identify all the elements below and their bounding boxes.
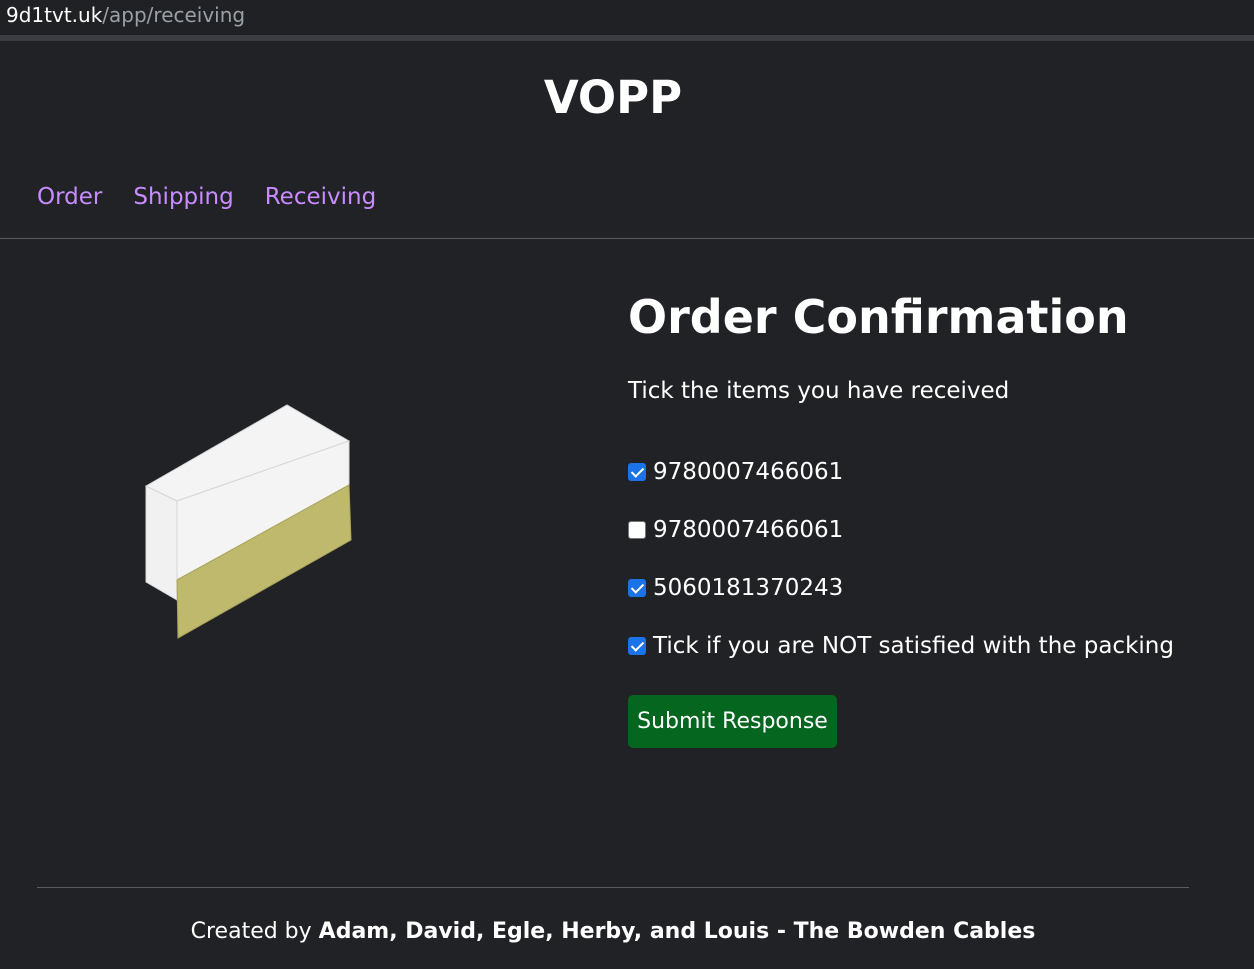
item-row: 9780007466061 [628,512,1174,570]
received-items-list: 9780007466061 9780007466061 506018137024… [628,454,1174,686]
nav-item-order[interactable]: Order [37,180,102,214]
footer-authors: Adam, David, Egle, Herby, and Louis - Th… [318,919,1036,944]
instruction-text: Tick the items you have received [628,378,1010,404]
nav-item-receiving[interactable]: Receiving [265,180,376,214]
footer-prefix: Created by [190,919,319,944]
page-heading: Order Confirmation [628,290,1129,344]
nav-item-shipping[interactable]: Shipping [133,180,233,214]
packing-checkbox[interactable] [628,637,646,655]
footer-credits: Created by Adam, David, Egle, Herby, and… [0,915,1226,949]
item-row: 5060181370243 [628,570,1174,628]
header-divider [0,238,1254,239]
url-bar-divider [0,35,1254,41]
footer-divider [37,887,1189,888]
url-path: /app/receiving [102,3,246,27]
item-label: 9780007466061 [653,459,844,485]
item-checkbox[interactable] [628,521,646,539]
packing-label: Tick if you are NOT satisfied with the p… [653,633,1174,659]
browser-url-bar[interactable]: 9d1tvt.uk/app/receiving [0,0,1254,35]
submit-response-button[interactable]: Submit Response [628,695,837,748]
packing-row: Tick if you are NOT satisfied with the p… [628,628,1174,686]
item-checkbox[interactable] [628,579,646,597]
item-row: 9780007466061 [628,454,1174,512]
url-host: 9d1tvt.uk [6,3,103,27]
item-checkbox[interactable] [628,463,646,481]
item-label: 5060181370243 [653,575,844,601]
site-title: VOPP [543,71,683,124]
item-label: 9780007466061 [653,517,844,543]
open-box-icon [144,404,352,639]
main-nav: Order Shipping Receiving [37,180,376,214]
